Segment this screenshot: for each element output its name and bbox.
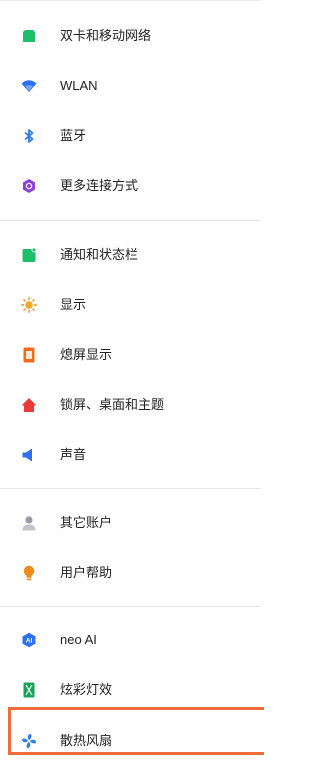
phone-light-icon bbox=[21, 682, 37, 698]
settings-item-label: 其它账户 bbox=[60, 515, 113, 530]
account-icon bbox=[21, 515, 37, 531]
settings-item-notifications[interactable]: 通知和状态栏 bbox=[0, 235, 261, 275]
settings-item-dual-sim[interactable]: 双卡和移动网络 bbox=[0, 16, 261, 56]
section-divider bbox=[0, 220, 261, 221]
sim-card-icon bbox=[21, 28, 37, 44]
top-divider bbox=[0, 0, 261, 1]
more-connections-icon bbox=[21, 178, 37, 194]
lightbulb-icon bbox=[21, 565, 37, 581]
settings-item-label: 更多连接方式 bbox=[60, 178, 139, 193]
settings-item-label: 声音 bbox=[60, 447, 87, 462]
settings-item-rgb-light-effects[interactable]: 炫彩灯效 bbox=[0, 670, 261, 710]
settings-item-label: 显示 bbox=[60, 297, 87, 312]
settings-item-other-accounts[interactable]: 其它账户 bbox=[0, 503, 261, 543]
settings-item-lockscreen-theme[interactable]: 锁屏、桌面和主题 bbox=[0, 385, 261, 425]
speaker-icon bbox=[21, 447, 37, 463]
bluetooth-icon bbox=[21, 128, 37, 144]
wifi-icon bbox=[21, 78, 37, 94]
selection-highlight bbox=[8, 707, 264, 755]
settings-item-label: 通知和状态栏 bbox=[60, 247, 139, 262]
settings-item-sound[interactable]: 声音 bbox=[0, 435, 261, 475]
settings-item-display[interactable]: 显示 bbox=[0, 285, 261, 325]
settings-item-label: 用户帮助 bbox=[60, 565, 113, 580]
settings-item-more-connections[interactable]: 更多连接方式 bbox=[0, 166, 261, 206]
settings-item-label: 锁屏、桌面和主题 bbox=[60, 397, 165, 412]
settings-item-user-help[interactable]: 用户帮助 bbox=[0, 553, 261, 593]
settings-item-label: 炫彩灯效 bbox=[60, 682, 113, 697]
svg-text:AI: AI bbox=[26, 638, 33, 645]
settings-item-label: 蓝牙 bbox=[60, 128, 87, 143]
notification-icon bbox=[21, 247, 37, 263]
settings-item-bluetooth[interactable]: 蓝牙 bbox=[0, 116, 261, 156]
section-divider bbox=[0, 488, 261, 489]
settings-item-label: 双卡和移动网络 bbox=[60, 28, 152, 43]
settings-item-wlan[interactable]: WLAN bbox=[0, 66, 261, 106]
home-icon bbox=[21, 397, 37, 413]
settings-item-neo-ai[interactable]: AI neo AI bbox=[0, 620, 261, 660]
ai-icon: AI bbox=[21, 632, 37, 648]
always-on-display-icon bbox=[21, 347, 37, 363]
settings-item-always-on-display[interactable]: 熄屏显示 bbox=[0, 335, 261, 375]
sun-icon bbox=[21, 297, 37, 313]
settings-item-label: neo AI bbox=[60, 632, 97, 647]
settings-item-label: 熄屏显示 bbox=[60, 347, 113, 362]
settings-item-label: WLAN bbox=[60, 78, 98, 93]
section-divider bbox=[0, 606, 261, 607]
